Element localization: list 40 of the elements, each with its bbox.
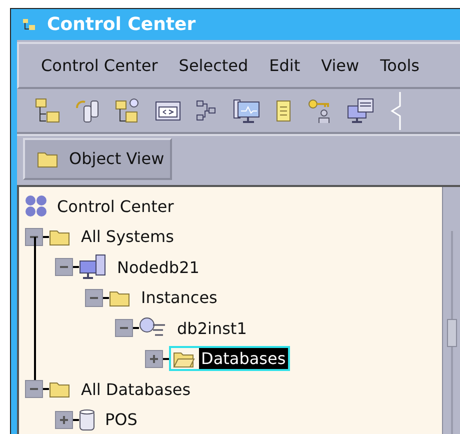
collapse-button[interactable]	[85, 288, 103, 307]
menu-item[interactable]: Tools	[368, 56, 429, 75]
collapse-button[interactable]	[25, 380, 43, 398]
computer-window-icon[interactable]	[347, 98, 375, 124]
menu-item[interactable]: View	[309, 56, 368, 75]
tree-item[interactable]: POS	[103, 409, 140, 430]
tree-item[interactable]: All Databases	[79, 378, 193, 400]
menu-item[interactable]: Edit	[257, 56, 310, 75]
toolbar-separator-icon	[389, 90, 401, 131]
collapse-button[interactable]	[115, 319, 133, 338]
four-dots-icon	[25, 195, 47, 218]
folder-icon	[109, 288, 131, 307]
open-folder-icon	[173, 350, 195, 368]
folder-user-icon[interactable]	[115, 98, 141, 124]
folder-icon	[49, 228, 71, 246]
tree-item[interactable]: Databases	[199, 348, 288, 370]
app-icon	[23, 18, 35, 30]
computer-icon	[79, 254, 107, 280]
folder-icon	[49, 380, 71, 398]
menu-item[interactable]: Control Center	[29, 56, 167, 75]
notepad-icon[interactable]	[275, 98, 293, 123]
collapse-button[interactable]	[25, 228, 43, 246]
tree-item[interactable]: Instances	[139, 287, 220, 308]
expand-button[interactable]	[55, 410, 73, 429]
scrollbar[interactable]	[442, 187, 460, 434]
command-window-icon[interactable]	[155, 100, 181, 122]
folder-tree-icon[interactable]	[35, 98, 61, 124]
folder-icon	[37, 150, 59, 168]
tree-item[interactable]: Control Center	[55, 196, 176, 217]
window-title: Control Center	[47, 14, 196, 35]
database-refresh-icon[interactable]	[75, 98, 101, 124]
tree-item[interactable]: All Systems	[79, 226, 176, 248]
collapse-button[interactable]	[55, 258, 73, 276]
menu-item[interactable]: Selected	[166, 56, 258, 75]
tab[interactable]: Object View	[23, 138, 172, 180]
tree-item[interactable]: Nodedb21	[115, 256, 202, 278]
monitor-chart-icon[interactable]	[233, 98, 261, 124]
tree-item[interactable]: db2inst1	[175, 318, 249, 339]
expand-button[interactable]	[145, 350, 163, 368]
database-icon	[79, 408, 95, 431]
